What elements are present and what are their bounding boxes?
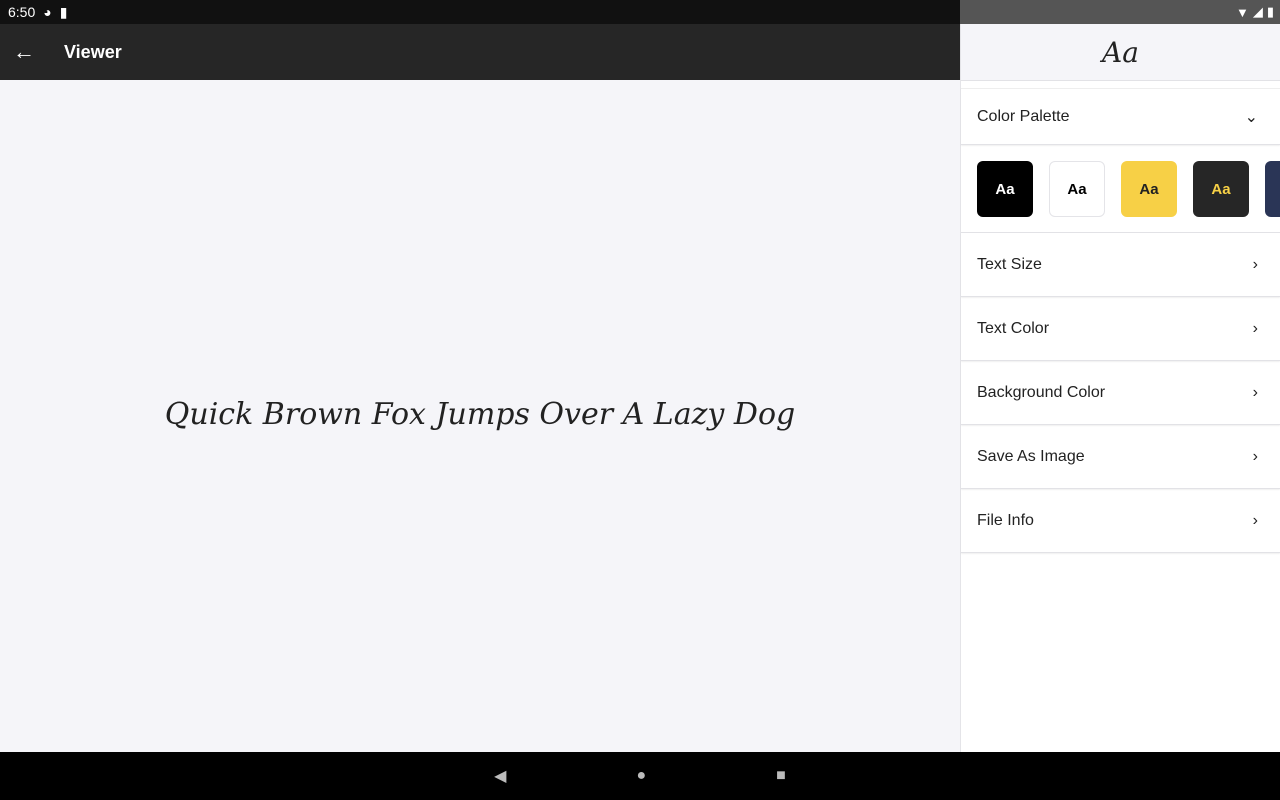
color-swatch[interactable]: Aa bbox=[1193, 161, 1249, 217]
app-bar: ← Viewer bbox=[0, 24, 960, 80]
chevron-right-icon: › bbox=[1252, 383, 1258, 401]
clock: 6:50 bbox=[8, 4, 36, 20]
menu-item-label: Text Size bbox=[977, 255, 1042, 273]
color-swatch[interactable]: Aa bbox=[1121, 161, 1177, 217]
menu-item-text-size[interactable]: Text Size › bbox=[961, 233, 1280, 297]
nav-home-icon[interactable]: ● bbox=[636, 767, 646, 785]
wifi-icon: ▼ bbox=[1235, 4, 1249, 20]
signal-icon: ◢ bbox=[1252, 4, 1263, 19]
settings-panel: Aa Color Palette ⌄ Aa Aa Aa Aa Text Size › Te… bbox=[960, 24, 1280, 752]
system-nav-bar: ◀ ● ■ bbox=[0, 752, 1280, 800]
menu-item-save-as-image[interactable]: Save As Image › bbox=[961, 425, 1280, 489]
sd-card-icon: ▮ bbox=[59, 3, 68, 20]
chevron-right-icon: › bbox=[1252, 319, 1258, 337]
color-swatch[interactable] bbox=[1265, 161, 1280, 217]
menu-item-label: File Info bbox=[977, 511, 1034, 529]
sample-text: Quick Brown Fox Jumps Over A Lazy Dog bbox=[164, 396, 796, 432]
chevron-right-icon: › bbox=[1252, 255, 1258, 273]
status-icons: ▼ ◢ ▮ bbox=[960, 0, 1280, 24]
font-preview-area: Quick Brown Fox Jumps Over A Lazy Dog bbox=[0, 80, 960, 752]
color-swatches: Aa Aa Aa Aa bbox=[961, 145, 1280, 233]
color-swatch[interactable]: Aa bbox=[977, 161, 1033, 217]
chevron-right-icon: › bbox=[1252, 447, 1258, 465]
page-title: Viewer bbox=[64, 41, 122, 62]
status-bar: 6:50 ◕ ▮ bbox=[0, 0, 960, 24]
font-preview-header: Aa bbox=[961, 24, 1280, 81]
menu-item-label: Text Color bbox=[977, 319, 1050, 337]
color-palette-label: Color Palette bbox=[977, 107, 1070, 125]
menu-item-text-color[interactable]: Text Color › bbox=[961, 297, 1280, 361]
nav-back-icon[interactable]: ◀ bbox=[494, 766, 506, 786]
menu-item-label: Save As Image bbox=[977, 447, 1085, 465]
back-arrow-icon[interactable]: ← bbox=[0, 39, 48, 65]
nav-recents-icon[interactable]: ■ bbox=[776, 767, 786, 785]
menu-item-label: Background Color bbox=[977, 383, 1106, 401]
chevron-right-icon: › bbox=[1252, 511, 1258, 529]
notification-icon: ◕ bbox=[43, 4, 52, 20]
battery-icon: ▮ bbox=[1266, 4, 1274, 19]
menu-item-file-info[interactable]: File Info › bbox=[961, 489, 1280, 553]
menu-item-background-color[interactable]: Background Color › bbox=[961, 361, 1280, 425]
color-palette-toggle[interactable]: Color Palette ⌄ bbox=[961, 88, 1280, 145]
chevron-down-icon: ⌄ bbox=[1244, 108, 1258, 126]
color-swatch[interactable]: Aa bbox=[1049, 161, 1105, 217]
